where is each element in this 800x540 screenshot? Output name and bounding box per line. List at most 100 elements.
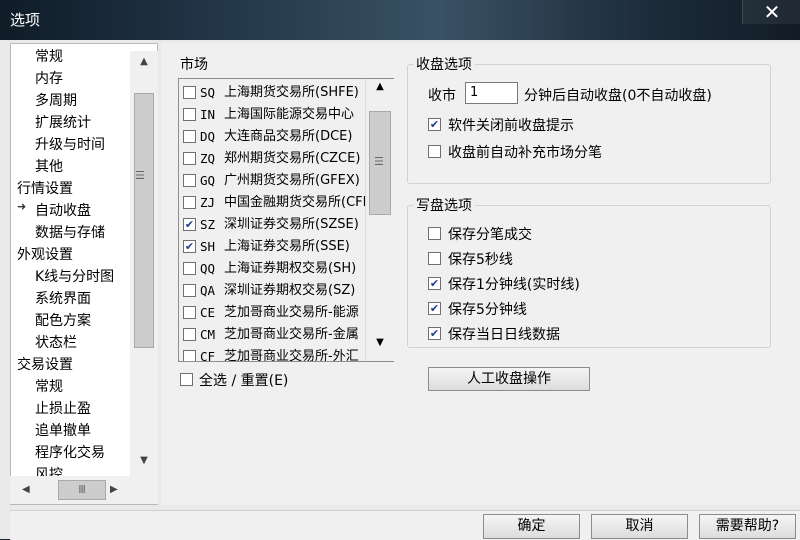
scroll-left-icon[interactable]: ◀ — [22, 476, 30, 504]
supplement-ticks-checkbox[interactable] — [428, 145, 441, 158]
market-checkbox[interactable] — [183, 306, 196, 319]
grip-icon: ☰ — [374, 155, 384, 168]
manual-close-button[interactable]: 人工收盘操作 — [428, 367, 590, 391]
market-scroll-down-icon[interactable]: ▼ — [366, 337, 394, 348]
supplement-ticks-label: 收盘前自动补充市场分笔 — [448, 145, 602, 161]
scroll-down-icon[interactable]: ▼ — [130, 450, 158, 472]
market-scrollbar[interactable]: ▲ ☰ ▼ — [365, 79, 394, 361]
write-option-label: 保存分笔成交 — [448, 227, 532, 243]
market-row[interactable]: QA 深圳证券期权交易(SZ) — [179, 280, 365, 302]
tree-item[interactable]: 追单撤单 — [35, 420, 91, 442]
tree-item[interactable]: 自动收盘 — [35, 200, 91, 222]
tree-item[interactable]: 其他 — [35, 156, 63, 178]
tree-horizontal-scrollbar[interactable]: ◀ Ⅲ ▶ — [10, 476, 158, 504]
market-row[interactable]: CM 芝加哥商业交易所-金属 — [179, 324, 365, 346]
market-name: 大连商品交易所(DCE) — [224, 129, 353, 144]
market-row[interactable]: GQ 广州期货交易所(GFEX) — [179, 170, 365, 192]
market-name: 深圳证券期权交易(SZ) — [224, 283, 356, 298]
market-code: CF — [200, 349, 216, 362]
market-name: 深圳证券交易所(SZSE) — [224, 217, 359, 232]
market-checkbox[interactable] — [183, 350, 196, 361]
help-button[interactable]: 需要帮助? — [699, 514, 796, 539]
write-option-checkbox[interactable]: ✔ — [428, 327, 441, 340]
tree-item[interactable]: 多周期 — [35, 90, 77, 112]
write-option-checkbox[interactable] — [428, 227, 441, 240]
tree-hscroll-thumb[interactable]: Ⅲ — [58, 480, 106, 500]
market-checkbox[interactable] — [183, 284, 196, 297]
tree-item[interactable]: 数据与存储 — [35, 222, 105, 244]
market-row[interactable]: ZJ 中国金融期货交易所(CFFEX) — [179, 192, 392, 214]
market-list[interactable]: SQ 上海期货交易所(SHFE) IN 上海国际能源交易中心 DQ 大连商品交易所(DCE… — [178, 78, 394, 362]
tree-item[interactable]: 行情设置 — [17, 178, 73, 200]
market-code: ZJ — [200, 195, 216, 210]
grip-icon: ☰ — [135, 169, 145, 182]
market-code: ZQ — [200, 151, 216, 166]
close-button[interactable]: ✕ — [742, 0, 800, 24]
market-checkbox[interactable] — [183, 328, 196, 341]
tree-item[interactable]: 扩展统计 — [35, 112, 91, 134]
scroll-right-icon[interactable]: ▶ — [110, 476, 118, 504]
market-scroll-up-icon[interactable]: ▲ — [366, 81, 394, 92]
tree-item[interactable]: 系统界面 — [35, 288, 91, 310]
market-row[interactable]: ZQ 郑州期货交易所(CZCE) — [179, 148, 365, 170]
selected-arrow-icon: ➜ — [17, 200, 27, 213]
market-name: 上海证券期权交易(SH) — [224, 261, 357, 276]
tree-item[interactable]: 程序化交易 — [35, 442, 105, 464]
market-row[interactable]: CE 芝加哥商业交易所-能源 — [179, 302, 365, 324]
tree-item[interactable]: K线与分时图 — [35, 266, 114, 288]
ok-button[interactable]: 确定 — [483, 514, 580, 539]
tree-item[interactable]: 状态栏 — [35, 332, 77, 354]
market-checkbox[interactable]: ✔ — [183, 218, 196, 231]
market-name: 芝加哥商业交易所-能源 — [224, 305, 359, 320]
select-all-checkbox[interactable] — [180, 373, 193, 386]
write-option-label: 保存1分钟线(实时线) — [448, 277, 580, 293]
market-checkbox[interactable]: ✔ — [183, 240, 196, 253]
tree-item[interactable]: 交易设置 — [17, 354, 73, 376]
tree-item[interactable]: 配色方案 — [35, 310, 91, 332]
write-option-checkbox[interactable]: ✔ — [428, 302, 441, 315]
market-name: 郑州期货交易所(CZCE) — [224, 151, 361, 166]
close-label: 收市 — [428, 88, 456, 104]
tree-item[interactable]: 内存 — [35, 68, 63, 90]
tree-vertical-scrollbar[interactable]: ▲ ☰ ▼ — [130, 51, 158, 476]
write-option-checkbox[interactable] — [428, 252, 441, 265]
market-row[interactable]: IN 上海国际能源交易中心 — [179, 104, 365, 126]
market-row[interactable]: CF 芝加哥商业交易所-外汇 — [179, 346, 365, 362]
market-checkbox[interactable] — [183, 262, 196, 275]
tree-item[interactable]: 升级与时间 — [35, 134, 105, 156]
write-option-checkbox[interactable]: ✔ — [428, 277, 441, 290]
scroll-up-icon[interactable]: ▲ — [130, 51, 158, 73]
market-code: IN — [200, 107, 216, 122]
market-row[interactable]: SQ 上海期货交易所(SHFE) — [179, 82, 365, 104]
market-code: CE — [200, 305, 216, 320]
market-checkbox[interactable] — [183, 130, 196, 143]
tree-item[interactable]: 常规 — [35, 46, 63, 68]
title-bar: 选项 ✕ — [0, 0, 800, 40]
write-option-label: 保存5分钟线 — [448, 302, 527, 318]
market-code: SZ — [200, 217, 216, 232]
market-checkbox[interactable] — [183, 152, 196, 165]
market-checkbox[interactable] — [183, 196, 196, 209]
tree-item[interactable]: 止损止盈 — [35, 398, 91, 420]
market-name: 上海证券交易所(SSE) — [224, 239, 350, 254]
market-row[interactable]: ✔ SH 上海证券交易所(SSE) — [179, 236, 365, 258]
market-code: QA — [200, 283, 216, 298]
market-row[interactable]: ✔ SZ 深圳证券交易所(SZSE) — [179, 214, 365, 236]
close-minutes-input[interactable]: 1 — [465, 82, 518, 104]
market-checkbox[interactable] — [183, 86, 196, 99]
tree-scroll-thumb[interactable] — [134, 93, 154, 348]
close-prompt-checkbox[interactable]: ✔ — [428, 118, 441, 131]
market-name: 芝加哥商业交易所-金属 — [224, 327, 359, 342]
tree-item[interactable]: 外观设置 — [17, 244, 73, 266]
market-name: 上海期货交易所(SHFE) — [224, 85, 359, 100]
market-row[interactable]: QQ 上海证券期权交易(SH) — [179, 258, 365, 280]
market-checkbox[interactable] — [183, 174, 196, 187]
market-name: 芝加哥商业交易所-外汇 — [224, 349, 359, 362]
cancel-button[interactable]: 取消 — [591, 514, 688, 539]
write-option-label: 保存当日日线数据 — [448, 327, 560, 343]
market-row[interactable]: DQ 大连商品交易所(DCE) — [179, 126, 365, 148]
market-checkbox[interactable] — [183, 108, 196, 121]
close-options-title: 收盘选项 — [413, 54, 475, 74]
tree-item[interactable]: 常规 — [35, 376, 63, 398]
market-name: 上海国际能源交易中心 — [224, 107, 355, 122]
